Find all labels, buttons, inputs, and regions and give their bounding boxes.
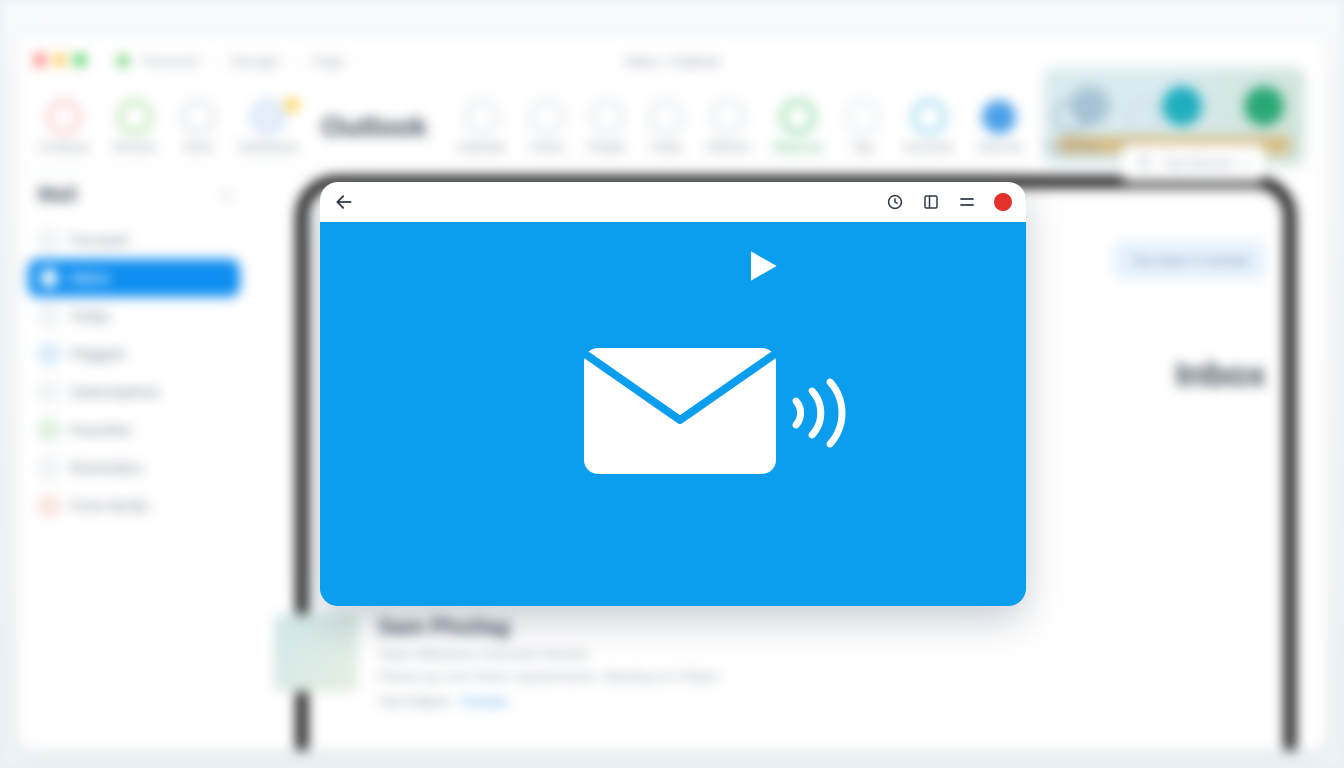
- ribbon-receive[interactable]: Receive: [113, 100, 156, 154]
- sidebar-item-focused[interactable]: Focused: [28, 221, 240, 259]
- breadcrumb[interactable]: Personal › Storage › Page ›: [118, 53, 363, 69]
- sidebar-item-flagged[interactable]: Flagged: [28, 335, 240, 373]
- window-traffic-lights[interactable]: [34, 54, 86, 66]
- ribbon-refresh[interactable]: Refresh: [707, 100, 749, 154]
- ribbon-people[interactable]: People: [588, 100, 625, 154]
- sidebar-item-reminders[interactable]: Reminders: [28, 449, 240, 487]
- sidebar-item-subscriptions[interactable]: Subscriptions: [28, 373, 240, 411]
- breadcrumb-item[interactable]: Page: [312, 53, 345, 69]
- envelope-icon: [582, 346, 778, 481]
- panel-icon[interactable]: [922, 193, 940, 211]
- ribbon-chats[interactable]: Chats: [649, 100, 683, 154]
- play-icon[interactable]: [740, 244, 784, 293]
- message-list: Sam Phoilag Team Milestone Overview Revi…: [274, 600, 1302, 723]
- read-aloud-modal: [320, 182, 1026, 606]
- chevron-down-icon: ▾: [223, 187, 230, 204]
- sidebar-item-inbox[interactable]: Inbox: [28, 259, 240, 297]
- modal-toolbar: [320, 182, 1026, 222]
- list-item-subject: Team Milestone Overview Review: [378, 646, 723, 662]
- search-placeholder: Top Recent: [1163, 155, 1234, 171]
- breadcrumb-item[interactable]: Storage: [230, 53, 279, 69]
- menu-icon[interactable]: [958, 193, 976, 211]
- modal-hero: [320, 222, 1026, 606]
- ribbon-accounts[interactable]: Accounts: [904, 100, 953, 154]
- list-item[interactable]: Sam Phoilag Team Milestone Overview Revi…: [274, 600, 1302, 723]
- ribbon-download[interactable]: Download: [1045, 100, 1098, 154]
- ribbon-dashboard[interactable]: Dashboard: [239, 100, 298, 154]
- clock-icon[interactable]: [886, 193, 904, 211]
- avatar-icon[interactable]: [994, 193, 1012, 211]
- list-item-preview-link[interactable]: Preview: [461, 694, 507, 709]
- window-title: Inbox • Outlook: [624, 53, 719, 69]
- breadcrumb-app-icon: [118, 56, 128, 66]
- ribbon-calendar[interactable]: Calendar: [457, 100, 506, 154]
- list-item-date: Tue 8 March: [378, 694, 451, 709]
- list-item-sender: Sam Phoilag: [378, 614, 723, 640]
- ribbon-send[interactable]: Send: [181, 100, 215, 154]
- sidebar: Mail ▾ Focused Inbox Today Flagged Subsc…: [18, 170, 250, 750]
- sound-waves-icon: [790, 378, 852, 453]
- ribbon-read-out[interactable]: Read out: [773, 100, 822, 154]
- chevron-right-icon: ›: [358, 53, 363, 69]
- ribbon-tips[interactable]: Tips: [846, 100, 880, 154]
- back-arrow-icon[interactable]: [334, 192, 354, 212]
- maximize-window-icon[interactable]: [74, 54, 86, 66]
- sidebar-heading[interactable]: Mail ▾: [28, 178, 240, 221]
- sidebar-item-favorites[interactable]: Favorites: [28, 411, 240, 449]
- ribbon-compose[interactable]: Compose: [38, 100, 89, 154]
- search-icon: [1137, 155, 1153, 171]
- sidebar-item-today[interactable]: Today: [28, 297, 240, 335]
- app-brand: Outlook: [321, 111, 433, 143]
- sidebar-item-from-family[interactable]: From family: [28, 487, 240, 525]
- close-window-icon[interactable]: [34, 54, 46, 66]
- minimize-window-icon[interactable]: [54, 54, 66, 66]
- list-thumbnail: [274, 614, 358, 692]
- list-item-preview: Please go over these requirements. Meeti…: [378, 668, 723, 684]
- chevron-right-icon: ›: [293, 53, 298, 69]
- chevron-right-icon: ›: [211, 53, 216, 69]
- chevron-down-icon: ▾: [1243, 157, 1249, 170]
- ribbon-check[interactable]: Check: [530, 100, 564, 154]
- ribbon-send-all[interactable]: Send all: [977, 100, 1020, 154]
- breadcrumb-item[interactable]: Personal: [142, 53, 197, 69]
